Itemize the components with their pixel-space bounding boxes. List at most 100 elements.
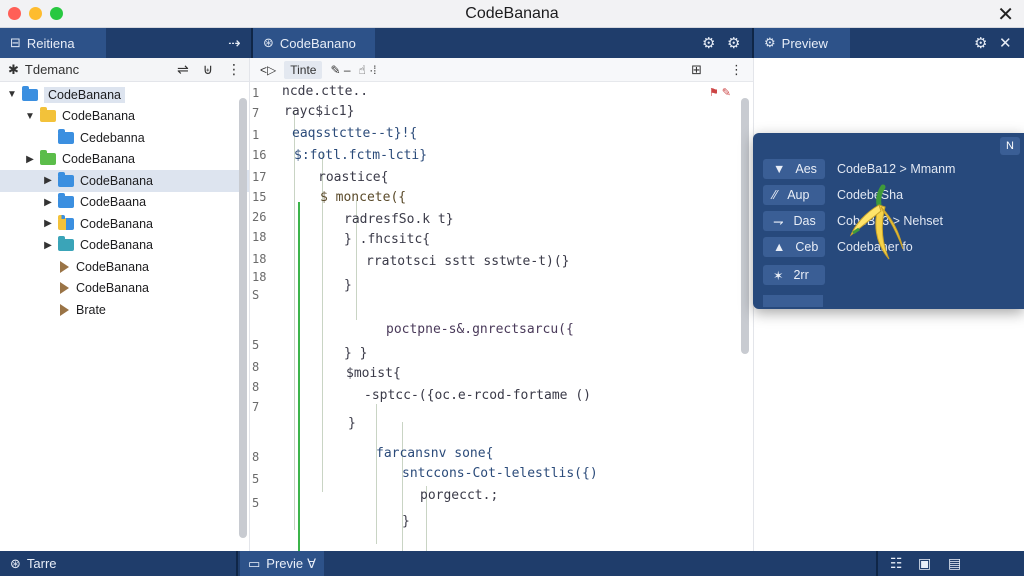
chevron-icon[interactable]: ▼ [6, 89, 18, 100]
file-icon [60, 260, 69, 273]
gear-icon[interactable]: ⚙ [727, 34, 740, 52]
code-line[interactable]: radresfSo.k t} [344, 212, 454, 227]
sort-icon[interactable]: ⇌ [177, 61, 189, 78]
line-number: 16 [252, 148, 267, 162]
folder-icon [58, 171, 74, 187]
preview-chip[interactable]: ⇁ Das [763, 211, 825, 231]
tree-item-label: CodeBaana [80, 195, 147, 210]
banana-icon [849, 184, 904, 260]
preview-badge[interactable]: N [1000, 137, 1020, 155]
camera-icon[interactable]: ▣ [918, 555, 931, 572]
code-line[interactable]: $moist{ [346, 366, 401, 381]
code-line[interactable]: } [348, 416, 356, 431]
tree-item[interactable]: ▶ CodeBanana [0, 235, 249, 257]
explorer-scrollbar[interactable] [239, 98, 247, 538]
code-line[interactable]: } [402, 514, 410, 529]
explorer-toolbar-label: Tdemanc [24, 62, 80, 77]
close-icon[interactable]: ✕ [997, 2, 1014, 27]
chevron-icon[interactable]: ▶ [42, 175, 54, 186]
close-window-button[interactable] [8, 7, 21, 20]
code-line[interactable]: eaqsstctte--t}!{ [292, 126, 417, 141]
tab-editor[interactable]: ⊛ CodeBanano [253, 28, 375, 58]
code-line[interactable]: porgecct.; [420, 488, 498, 503]
tree-item[interactable]: ▶ CodeBanana [0, 149, 249, 171]
format-icon[interactable]: ⊞ [691, 62, 702, 78]
code-line[interactable]: rratotsci sstt sstwte-t)(} [366, 254, 570, 269]
code-icon[interactable]: <▷ [260, 63, 276, 77]
code-line[interactable]: ncde.ctte.. [282, 84, 368, 99]
code-line[interactable]: roastice{ [318, 170, 388, 185]
chevron-icon[interactable]: ▶ [24, 154, 36, 165]
folder-icon [58, 214, 74, 230]
minimize-window-button[interactable] [29, 7, 42, 20]
tab-preview[interactable]: ⚙ Preview [754, 28, 850, 58]
status-left[interactable]: ⊛ Tarre [10, 551, 57, 576]
maximize-window-button[interactable] [50, 7, 63, 20]
chip-label: Das [793, 214, 816, 228]
hand-icon[interactable]: ☝ ·⁞ [359, 63, 377, 77]
tree-item-label: CodeBanana [80, 238, 153, 253]
preview-row[interactable]: ▼ Aes CodeBa12 > Mmanm [763, 159, 955, 179]
line-number: 1 [252, 86, 260, 100]
code-area[interactable]: ncde.ctte.. rayc$ic1} eaqsstctte--t}!{ $:fo… [272, 82, 732, 576]
chevron-icon[interactable]: ▶ [42, 240, 54, 251]
tree-item[interactable]: ▶ CodeBaana [0, 192, 249, 214]
code-line[interactable]: $ moncete({ [320, 190, 406, 205]
tree-item[interactable]: ▼ CodeBanana [0, 84, 249, 106]
panel-icon: ⊟ [10, 35, 21, 50]
preview-chip[interactable]: ▲ Ceb [763, 237, 825, 257]
folder-icon [22, 85, 38, 101]
chevron-icon[interactable]: ▶ [42, 197, 54, 208]
tab-explorer[interactable]: ⊟ Reitiena [0, 28, 106, 58]
editor-scrollbar[interactable] [741, 98, 749, 354]
more-icon[interactable]: ⋮ [730, 62, 743, 78]
filter-icon[interactable]: ⊎ [203, 61, 213, 78]
chip-icon: ▼ [773, 162, 786, 176]
gear-icon: ⚙ [764, 35, 776, 50]
chevron-icon[interactable]: ▶ [42, 218, 54, 229]
chevron-icon[interactable]: ▼ [24, 111, 36, 122]
settings-icon[interactable]: ⚙ [974, 34, 987, 52]
window-icon: ▭ [248, 555, 261, 571]
pin-icon[interactable]: ⇢ [228, 34, 241, 52]
tree-item[interactable]: CodeBanana [0, 278, 249, 300]
code-line[interactable]: sntccons-Cot-lelestlis({) [402, 466, 598, 481]
chip-icon: ▲ [773, 240, 786, 254]
status-preview-label: Previe [266, 556, 304, 571]
settings-icon[interactable]: ⚙ [702, 34, 715, 52]
code-line[interactable]: } [344, 278, 352, 293]
more-icon[interactable]: ⋮ [227, 61, 241, 78]
code-line[interactable]: poctpne-s&.gnrectsarcu({ [386, 322, 574, 337]
status-preview[interactable]: ▭ Previe ∀ [240, 551, 325, 576]
terminal-icon[interactable]: ☷ [890, 555, 903, 572]
explorer-panel: ✱ Tdemanc ⇌ ⊎ ⋮ ▼ CodeBanana ▼ CodeBanana Ce… [0, 58, 250, 551]
tree-item-label: Cedebanna [80, 130, 145, 145]
chip-label: Aes [795, 162, 817, 176]
code-line[interactable]: -sptcc-({oc.e-rcod-fortame () [364, 388, 591, 403]
tree-item-label: CodeBanana [80, 173, 153, 188]
preview-chip[interactable]: ✶ 2rr [763, 265, 825, 285]
tree-item[interactable]: ▼ CodeBanana [0, 106, 249, 128]
preview-chip[interactable]: ▼ Aes [763, 159, 825, 179]
chip-icon: ⇁ [773, 214, 784, 229]
tree-item[interactable]: ▶ CodeBanana [0, 170, 249, 192]
code-line[interactable]: $:fotl.fctm-lcti} [294, 148, 427, 163]
code-line[interactable]: } } [344, 346, 367, 361]
pencil-icon[interactable]: ✎ – [330, 63, 350, 77]
tree-item[interactable]: Brate [0, 299, 249, 321]
line-number: 1 [252, 128, 260, 142]
code-line[interactable]: rayc$ic1} [284, 104, 354, 119]
preview-row[interactable]: ✶ 2rr [763, 265, 837, 285]
tree-item[interactable]: ▶ CodeBanana [0, 213, 249, 235]
line-number: 17 [252, 170, 267, 184]
tree-item[interactable]: Cedebanna [0, 127, 249, 149]
line-number: 15 [252, 190, 267, 204]
code-line[interactable]: farcansnv sone{ [376, 446, 493, 461]
preview-chip[interactable]: ⁄⁄ Aup [763, 185, 825, 205]
close-panel-icon[interactable]: ✕ [999, 34, 1012, 52]
clipboard-icon[interactable]: ▤ [948, 555, 961, 572]
line-number: 26 [252, 210, 267, 224]
code-line[interactable]: } .fhcsitc{ [344, 232, 430, 247]
tree-item[interactable]: CodeBanana [0, 256, 249, 278]
editor-file-tab[interactable]: Tinte [284, 60, 323, 79]
